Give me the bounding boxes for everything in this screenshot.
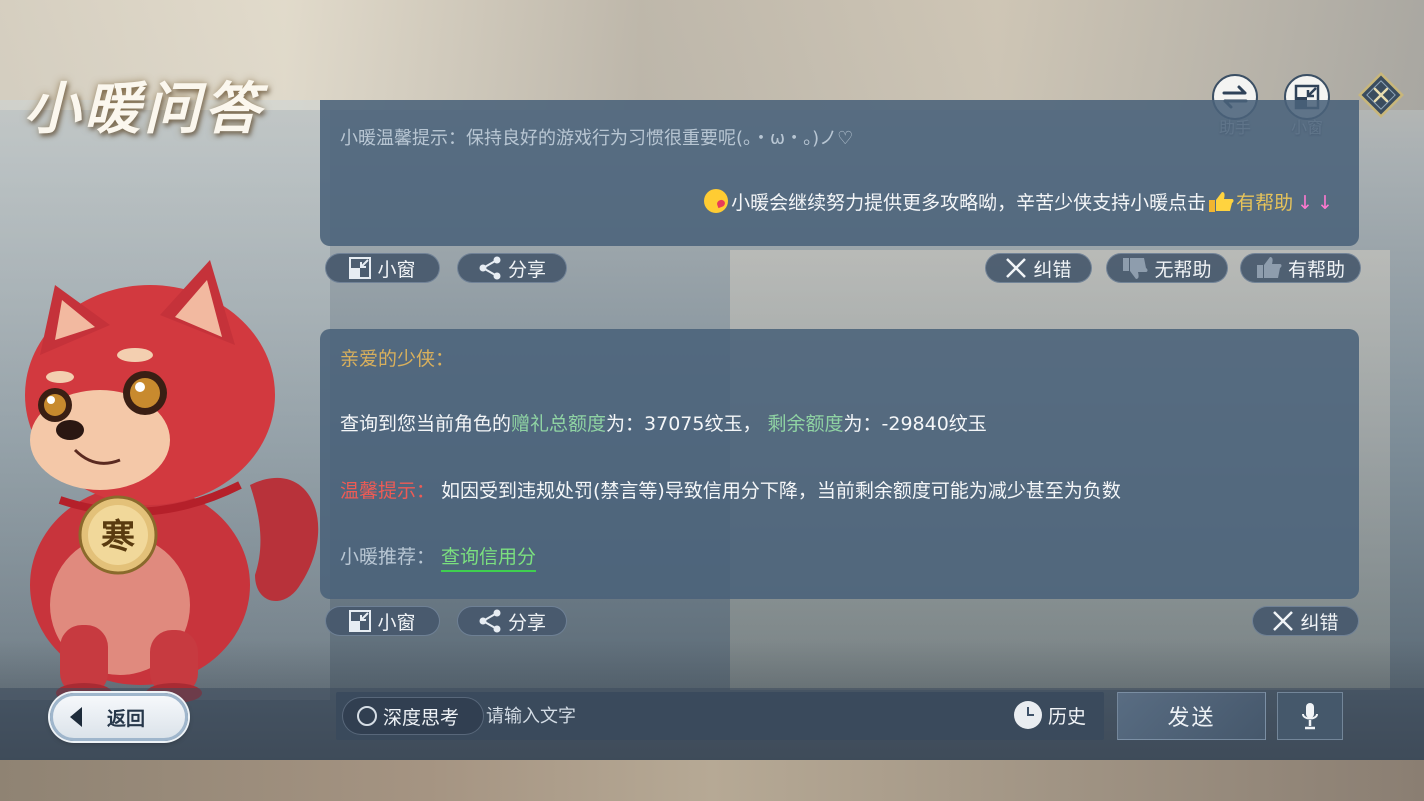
- back-button[interactable]: 返回: [50, 693, 188, 741]
- query-prefix: 查询到您当前角色的: [340, 413, 512, 435]
- mini-window-button-2[interactable]: 小窗: [325, 606, 440, 636]
- helpful-word: 有帮助: [1236, 192, 1294, 214]
- microphone-icon: [1302, 703, 1318, 730]
- thumbs-up-emoji-icon: [1209, 192, 1234, 212]
- greeting-text: 亲爱的少侠：: [340, 348, 455, 370]
- kiss-emoji-icon: [704, 189, 729, 213]
- share-icon: [479, 256, 501, 280]
- thumbs-up-icon: [1256, 257, 1282, 278]
- gift-total-value: 为：37075纹玉，: [606, 413, 762, 435]
- share-label-2: 分享: [507, 611, 546, 634]
- history-label: 历史: [1048, 705, 1087, 728]
- recommend-line: 小暖推荐： 查询信用分: [340, 542, 537, 572]
- answer-panel-1: 小暖温馨提示：保持良好的游戏行为习惯很重要呢(。・ω・。)ノ♡ 小暖会继续努力提…: [320, 100, 1359, 246]
- microphone-button[interactable]: [1277, 692, 1343, 740]
- down-arrows: ↓↓: [1297, 192, 1337, 214]
- share-icon: [479, 609, 501, 633]
- query-credit-link[interactable]: 查询信用分: [441, 546, 537, 572]
- thumbs-down-icon: [1123, 258, 1148, 279]
- message-input[interactable]: [486, 700, 986, 732]
- mini-window-button-1[interactable]: 小窗: [325, 253, 440, 283]
- warning-line: 温馨提示： 如因受到违规处罚(禁言等)导致信用分下降，当前剩余额度可能为减少甚至为…: [340, 476, 1121, 503]
- deep-think-toggle[interactable]: 深度思考: [342, 697, 484, 735]
- support-line: 小暖会继续努力提供更多攻略呦，辛苦少侠支持小暖点击 有帮助 ↓↓: [704, 188, 1337, 215]
- send-button[interactable]: 发送: [1117, 692, 1266, 740]
- quota-line: 查询到您当前角色的赠礼总额度为：37075纹玉， 剩余额度为：-29840纹玉: [340, 409, 987, 436]
- medal-text: 寒: [101, 517, 135, 557]
- share-label-1: 分享: [507, 258, 546, 281]
- mascot-fox-character: 寒: [0, 255, 340, 705]
- not-helpful-label: 无帮助: [1154, 258, 1212, 281]
- tip-text: 小暖温馨提示：保持良好的游戏行为习惯很重要呢(。・ω・。)ノ♡: [340, 128, 854, 149]
- mini-window-label-2: 小窗: [377, 611, 416, 634]
- report-error-button-1[interactable]: 纠错: [985, 253, 1092, 283]
- mini-window-icon: [349, 257, 372, 279]
- not-helpful-button[interactable]: 无帮助: [1106, 253, 1228, 283]
- close-diamond-icon[interactable]: [1356, 70, 1406, 120]
- share-button-2[interactable]: 分享: [457, 606, 567, 636]
- remaining-value: 为：-29840纹玉: [843, 413, 987, 435]
- close-x-icon: [1273, 611, 1294, 631]
- back-label: 返回: [107, 707, 146, 730]
- support-text: 小暖会继续努力提供更多攻略呦，辛苦少侠支持小暖点击: [731, 192, 1207, 214]
- close-x-icon: [1006, 258, 1027, 278]
- helpful-label: 有帮助: [1287, 258, 1345, 281]
- warning-text: 如因受到违规处罚(禁言等)导致信用分下降，当前剩余额度可能为减少甚至为负数: [441, 480, 1121, 502]
- mini-window-label-1: 小窗: [377, 258, 416, 281]
- app-title: 小暖问答: [24, 76, 264, 142]
- mini-window-icon: [349, 610, 372, 632]
- report-error-label-1: 纠错: [1033, 258, 1072, 281]
- helpful-button[interactable]: 有帮助: [1240, 253, 1361, 283]
- deep-think-label: 深度思考: [383, 706, 460, 729]
- history-button[interactable]: 历史: [1014, 701, 1086, 729]
- warning-label: 温馨提示：: [340, 480, 436, 502]
- radio-icon: [357, 706, 377, 726]
- report-error-label-2: 纠错: [1300, 611, 1339, 634]
- answer-panel-2: 亲爱的少侠： 查询到您当前角色的赠礼总额度为：37075纹玉， 剩余额度为：-29…: [320, 329, 1359, 599]
- back-arrow-icon: [70, 707, 82, 727]
- recommend-label: 小暖推荐：: [340, 546, 436, 568]
- clock-icon: [1014, 701, 1042, 729]
- share-button-1[interactable]: 分享: [457, 253, 567, 283]
- report-error-button-2[interactable]: 纠错: [1252, 606, 1359, 636]
- remaining-label: 剩余额度: [767, 413, 844, 435]
- gift-total-label: 赠礼总额度: [511, 413, 607, 435]
